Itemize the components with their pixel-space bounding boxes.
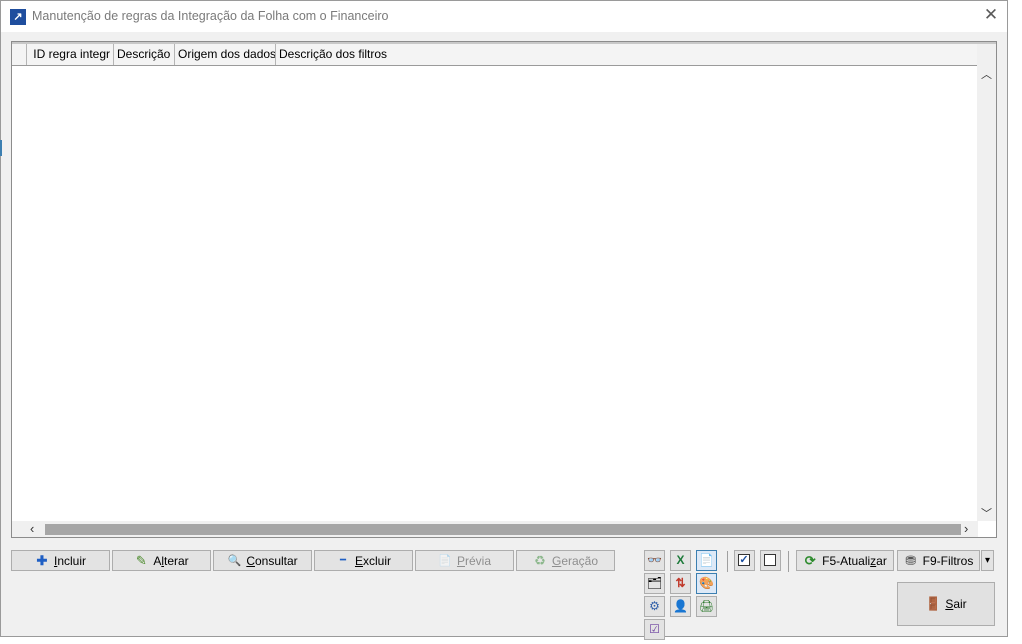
sair-label: Sair [945,597,967,611]
column-header-filtros[interactable]: Descrição dos filtros [276,44,978,65]
horizontal-scroll-thumb[interactable] [45,524,961,535]
column-header-origem[interactable]: Origem dos dados [175,44,276,65]
printer-icon[interactable]: 🖨 [696,596,717,617]
filter-icon: ⛃ [905,552,917,568]
checklist-icon[interactable]: ☑ [644,619,665,640]
check-all-button[interactable]: ✓ [734,550,755,571]
horizontal-scrollbar[interactable]: ‹ › [12,521,978,537]
filtros-dropdown-button[interactable]: ▾ [981,550,994,571]
atualizar-label: F5-Atualizar [822,553,887,568]
incluir-label: Incluir [53,553,87,568]
scroll-down-icon[interactable]: ﹀ [977,505,996,521]
filtros-label: F9-Filtros [922,553,974,568]
geracao-label: Geração [551,553,599,568]
main-window: ↗ Manutenção de regras da Integração da … [0,0,1008,640]
app-icon: ↗ [10,9,26,25]
background-window-edge [0,140,2,156]
alterar-button[interactable]: ✎ Alterar [112,550,211,571]
refresh-icon: ⟳ [804,552,816,568]
report-icon[interactable]: 📄 [696,550,717,571]
plus-icon: ✚ [36,552,48,568]
scroll-right-icon[interactable]: › [964,521,968,536]
minus-icon: ━ [339,554,346,566]
excel-icon[interactable]: X [670,550,691,571]
sort-icon[interactable]: ⇅ [670,573,691,594]
unchecked-box-icon [764,554,776,566]
window-title: Manutenção de regras da Integração da Fo… [32,9,389,23]
consultar-button[interactable]: 🔍 Consultar [213,550,312,571]
settings-icon[interactable]: ⚙ [644,596,665,617]
scroll-left-icon[interactable]: ‹ [30,521,34,536]
row-indicator-header [12,44,27,65]
recycle-icon: ♻ [534,552,546,568]
toolbar-separator [788,551,789,572]
uncheck-all-button[interactable] [760,550,781,571]
incluir-button[interactable]: ✚ Incluir [11,550,110,571]
document-icon: 📄 [438,554,452,567]
excluir-label: Excluir [354,553,392,568]
binoculars-icon[interactable]: 👓 [644,550,665,571]
filtros-button[interactable]: ⛃ F9-Filtros [897,550,980,571]
alterar-label: Alterar [153,553,189,568]
chevron-down-icon: ▾ [984,555,991,566]
title-bar: ↗ Manutenção de regras da Integração da … [1,1,1007,32]
scroll-up-icon[interactable]: ︿ [977,66,996,82]
geracao-button[interactable]: ♻ Geração [516,550,615,571]
folder-image-icon[interactable]: 🗂 [644,573,665,594]
column-header-descricao[interactable]: Descrição [114,44,175,65]
checked-box-icon: ✓ [738,554,750,566]
grid-header: ID regra integr Descrição Origem dos dad… [12,44,978,66]
excluir-button[interactable]: ━ Excluir [314,550,413,571]
exit-door-icon: 🚪 [925,596,942,611]
column-header-id[interactable]: ID regra integr [27,44,114,65]
previa-label: Prévia [456,553,492,568]
toolbar-separator [727,551,728,572]
sair-button[interactable]: 🚪 Sair [897,582,995,626]
previa-button[interactable]: 📄 Prévia [415,550,514,571]
magnifier-icon: 🔍 [227,554,242,567]
pencil-icon: ✎ [135,552,147,568]
rules-grid[interactable]: ID regra integr Descrição Origem dos dad… [11,41,997,538]
vertical-scrollbar[interactable]: ︿ ﹀ [977,44,996,521]
user-icon[interactable]: 👤 [670,596,691,617]
close-icon[interactable]: ✕ [983,6,999,24]
consultar-label: Consultar [246,553,298,568]
palette-icon[interactable]: 🎨 [696,573,717,594]
atualizar-button[interactable]: ⟳ F5-Atualizar [796,550,894,571]
